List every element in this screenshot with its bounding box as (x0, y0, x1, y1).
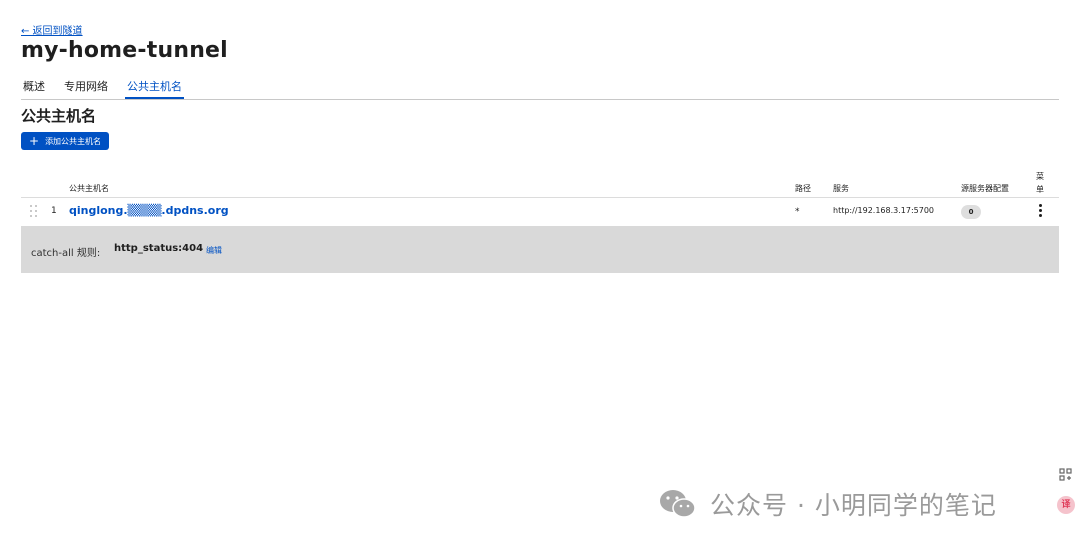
column-header-service: 服务 (833, 184, 849, 193)
catch-all-value: http_status:404 (114, 243, 204, 254)
tab-private-network[interactable]: 专用网络 (62, 79, 110, 99)
add-public-hostname-button[interactable]: + 添加公共主机名 (21, 132, 109, 150)
drag-handle-icon[interactable] (30, 205, 38, 218)
tab-overview[interactable]: 概述 (21, 79, 47, 99)
catch-all-edit-link[interactable]: 编辑 (206, 245, 222, 256)
apps-grid-icon[interactable] (1057, 466, 1075, 484)
row-path: * (795, 207, 800, 217)
origin-config-count-badge[interactable]: 0 (961, 205, 981, 219)
table-row: 1 qinglong.▒▒▒▒.dpdns.org * http://192.1… (21, 198, 1059, 226)
tab-bar: 概述 专用网络 公共主机名 (21, 79, 1059, 100)
row-service: http://192.168.3.17:5700 (833, 206, 934, 215)
back-to-tunnels-link[interactable]: ← 返回到隧道 (21, 22, 83, 37)
watermark-text: 公众号 · 小明同学的笔记 (710, 491, 997, 520)
column-header-hostname: 公共主机名 (69, 184, 109, 193)
tab-public-hostname[interactable]: 公共主机名 (125, 79, 184, 99)
row-index: 1 (51, 206, 57, 216)
add-button-label: 添加公共主机名 (45, 136, 102, 146)
row-hostname-link[interactable]: qinglong.▒▒▒▒.dpdns.org (69, 204, 229, 217)
column-header-path: 路径 (795, 184, 811, 193)
column-header-menu: 菜单 (1036, 172, 1044, 194)
catch-all-rule-row: catch-all 规则: http_status:404 编辑 (21, 226, 1059, 273)
section-title: 公共主机名 (21, 107, 97, 125)
translate-icon[interactable]: 译 (1057, 496, 1075, 514)
column-header-origin-config: 源服务器配置 (961, 184, 1009, 193)
row-menu-kebab-icon[interactable] (1036, 204, 1044, 218)
catch-all-label: catch-all 规则: (31, 248, 101, 259)
page-title: my-home-tunnel (21, 38, 228, 63)
wechat-icon (660, 490, 696, 518)
plus-icon: + (29, 134, 40, 148)
watermark: 公众号 · 小明同学的笔记 (658, 486, 997, 522)
